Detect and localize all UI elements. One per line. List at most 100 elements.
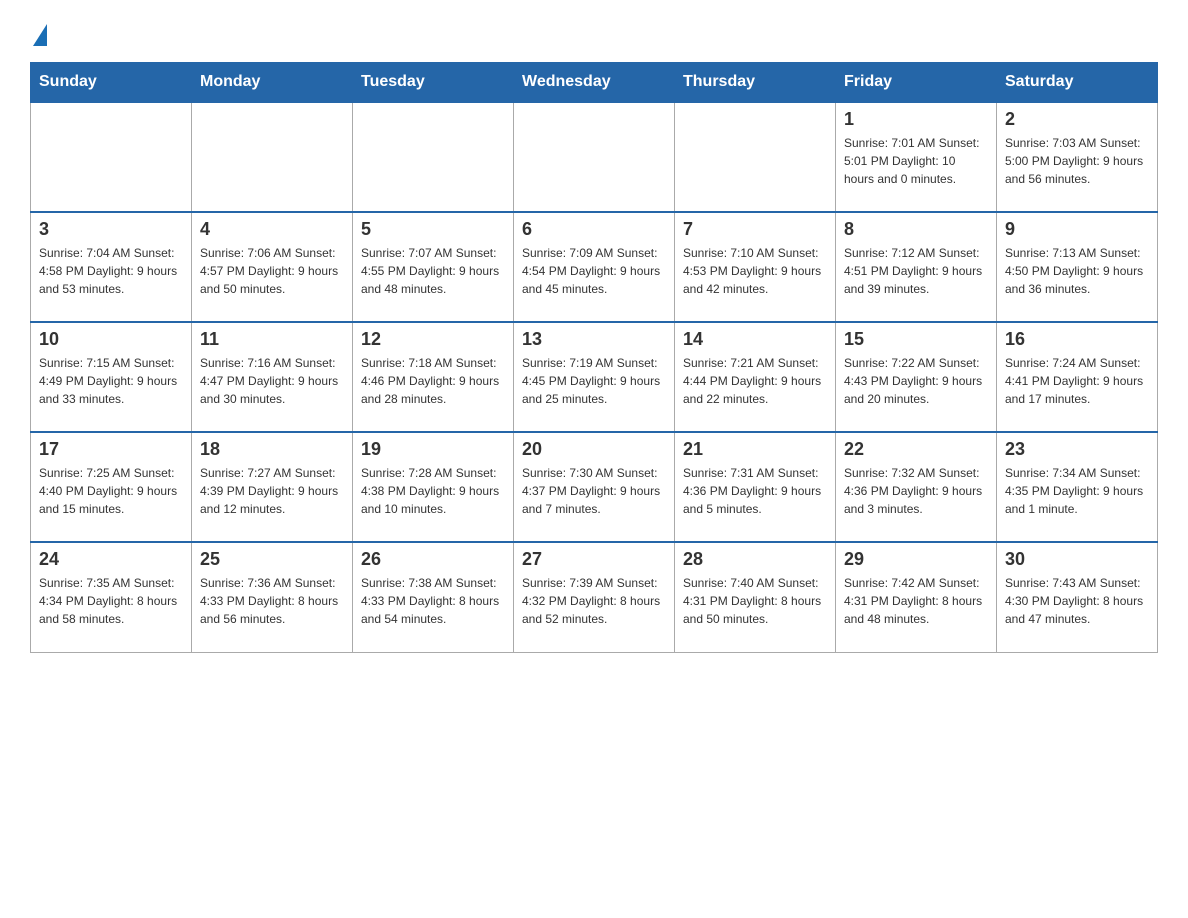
day-number: 6 [522, 219, 666, 240]
calendar-cell: 21 Sunrise: 7:31 AM Sunset: 4:36 PM Dayli… [675, 432, 836, 542]
day-number: 2 [1005, 109, 1149, 130]
calendar-cell [675, 102, 836, 212]
day-info: Sunrise: 7:22 AM Sunset: 4:43 PM Dayligh… [844, 354, 988, 408]
day-info: Sunrise: 7:09 AM Sunset: 4:54 PM Dayligh… [522, 244, 666, 298]
day-number: 25 [200, 549, 344, 570]
day-number: 22 [844, 439, 988, 460]
day-info: Sunrise: 7:25 AM Sunset: 4:40 PM Dayligh… [39, 464, 183, 518]
weekday-header-row: SundayMondayTuesdayWednesdayThursdayFrid… [31, 63, 1158, 103]
day-number: 27 [522, 549, 666, 570]
calendar-cell: 24 Sunrise: 7:35 AM Sunset: 4:34 PM Dayli… [31, 542, 192, 652]
day-number: 9 [1005, 219, 1149, 240]
day-number: 16 [1005, 329, 1149, 350]
day-number: 17 [39, 439, 183, 460]
day-number: 14 [683, 329, 827, 350]
day-info: Sunrise: 7:28 AM Sunset: 4:38 PM Dayligh… [361, 464, 505, 518]
week-row-2: 3 Sunrise: 7:04 AM Sunset: 4:58 PM Daylig… [31, 212, 1158, 322]
calendar-cell [353, 102, 514, 212]
calendar-cell: 20 Sunrise: 7:30 AM Sunset: 4:37 PM Dayli… [514, 432, 675, 542]
day-info: Sunrise: 7:07 AM Sunset: 4:55 PM Dayligh… [361, 244, 505, 298]
day-info: Sunrise: 7:12 AM Sunset: 4:51 PM Dayligh… [844, 244, 988, 298]
day-number: 10 [39, 329, 183, 350]
calendar-cell: 12 Sunrise: 7:18 AM Sunset: 4:46 PM Dayli… [353, 322, 514, 432]
day-info: Sunrise: 7:42 AM Sunset: 4:31 PM Dayligh… [844, 574, 988, 628]
calendar-cell: 22Sunrise: 7:32 AM Sunset: 4:36 PM Dayli… [836, 432, 997, 542]
week-row-3: 10 Sunrise: 7:15 AM Sunset: 4:49 PM Dayli… [31, 322, 1158, 432]
calendar-cell: 29 Sunrise: 7:42 AM Sunset: 4:31 PM Dayli… [836, 542, 997, 652]
calendar-cell: 14 Sunrise: 7:21 AM Sunset: 4:44 PM Dayli… [675, 322, 836, 432]
weekday-header-tuesday: Tuesday [353, 63, 514, 103]
calendar-cell: 10 Sunrise: 7:15 AM Sunset: 4:49 PM Dayli… [31, 322, 192, 432]
day-info: Sunrise: 7:10 AM Sunset: 4:53 PM Dayligh… [683, 244, 827, 298]
day-number: 3 [39, 219, 183, 240]
day-info: Sunrise: 7:30 AM Sunset: 4:37 PM Dayligh… [522, 464, 666, 518]
day-number: 18 [200, 439, 344, 460]
weekday-header-sunday: Sunday [31, 63, 192, 103]
day-number: 29 [844, 549, 988, 570]
calendar-cell: 26Sunrise: 7:38 AM Sunset: 4:33 PM Dayli… [353, 542, 514, 652]
day-number: 5 [361, 219, 505, 240]
weekday-header-thursday: Thursday [675, 63, 836, 103]
day-info: Sunrise: 7:34 AM Sunset: 4:35 PM Dayligh… [1005, 464, 1149, 518]
calendar-cell: 19Sunrise: 7:28 AM Sunset: 4:38 PM Dayli… [353, 432, 514, 542]
day-number: 7 [683, 219, 827, 240]
logo [30, 20, 47, 42]
day-number: 21 [683, 439, 827, 460]
calendar-cell: 3 Sunrise: 7:04 AM Sunset: 4:58 PM Daylig… [31, 212, 192, 322]
day-info: Sunrise: 7:27 AM Sunset: 4:39 PM Dayligh… [200, 464, 344, 518]
day-number: 15 [844, 329, 988, 350]
day-number: 30 [1005, 549, 1149, 570]
calendar-cell: 15 Sunrise: 7:22 AM Sunset: 4:43 PM Dayli… [836, 322, 997, 432]
calendar-cell: 8 Sunrise: 7:12 AM Sunset: 4:51 PM Daylig… [836, 212, 997, 322]
day-info: Sunrise: 7:31 AM Sunset: 4:36 PM Dayligh… [683, 464, 827, 518]
day-info: Sunrise: 7:15 AM Sunset: 4:49 PM Dayligh… [39, 354, 183, 408]
calendar-cell: 28 Sunrise: 7:40 AM Sunset: 4:31 PM Dayli… [675, 542, 836, 652]
day-info: Sunrise: 7:40 AM Sunset: 4:31 PM Dayligh… [683, 574, 827, 628]
weekday-header-saturday: Saturday [997, 63, 1158, 103]
day-number: 23 [1005, 439, 1149, 460]
calendar-cell [31, 102, 192, 212]
day-number: 8 [844, 219, 988, 240]
week-row-1: 1 Sunrise: 7:01 AM Sunset: 5:01 PM Daylig… [31, 102, 1158, 212]
day-number: 1 [844, 109, 988, 130]
day-info: Sunrise: 7:04 AM Sunset: 4:58 PM Dayligh… [39, 244, 183, 298]
day-info: Sunrise: 7:06 AM Sunset: 4:57 PM Dayligh… [200, 244, 344, 298]
logo-triangle-icon [33, 24, 47, 46]
calendar-table: SundayMondayTuesdayWednesdayThursdayFrid… [30, 62, 1158, 653]
calendar-cell: 30Sunrise: 7:43 AM Sunset: 4:30 PM Dayli… [997, 542, 1158, 652]
calendar-cell: 2 Sunrise: 7:03 AM Sunset: 5:00 PM Daylig… [997, 102, 1158, 212]
day-number: 20 [522, 439, 666, 460]
day-number: 28 [683, 549, 827, 570]
calendar-cell: 6 Sunrise: 7:09 AM Sunset: 4:54 PM Daylig… [514, 212, 675, 322]
weekday-header-friday: Friday [836, 63, 997, 103]
calendar-cell: 1 Sunrise: 7:01 AM Sunset: 5:01 PM Daylig… [836, 102, 997, 212]
day-number: 24 [39, 549, 183, 570]
calendar-cell: 27 Sunrise: 7:39 AM Sunset: 4:32 PM Dayli… [514, 542, 675, 652]
day-info: Sunrise: 7:35 AM Sunset: 4:34 PM Dayligh… [39, 574, 183, 628]
day-number: 13 [522, 329, 666, 350]
day-info: Sunrise: 7:16 AM Sunset: 4:47 PM Dayligh… [200, 354, 344, 408]
calendar-cell: 16Sunrise: 7:24 AM Sunset: 4:41 PM Dayli… [997, 322, 1158, 432]
calendar-cell: 18 Sunrise: 7:27 AM Sunset: 4:39 PM Dayli… [192, 432, 353, 542]
calendar-cell: 13 Sunrise: 7:19 AM Sunset: 4:45 PM Dayli… [514, 322, 675, 432]
day-info: Sunrise: 7:18 AM Sunset: 4:46 PM Dayligh… [361, 354, 505, 408]
day-info: Sunrise: 7:01 AM Sunset: 5:01 PM Dayligh… [844, 134, 988, 188]
calendar-cell [514, 102, 675, 212]
day-info: Sunrise: 7:03 AM Sunset: 5:00 PM Dayligh… [1005, 134, 1149, 188]
day-info: Sunrise: 7:13 AM Sunset: 4:50 PM Dayligh… [1005, 244, 1149, 298]
day-number: 26 [361, 549, 505, 570]
day-info: Sunrise: 7:39 AM Sunset: 4:32 PM Dayligh… [522, 574, 666, 628]
page-header [30, 20, 1158, 42]
calendar-cell: 4Sunrise: 7:06 AM Sunset: 4:57 PM Daylig… [192, 212, 353, 322]
day-number: 12 [361, 329, 505, 350]
day-info: Sunrise: 7:21 AM Sunset: 4:44 PM Dayligh… [683, 354, 827, 408]
day-info: Sunrise: 7:19 AM Sunset: 4:45 PM Dayligh… [522, 354, 666, 408]
calendar-cell: 7 Sunrise: 7:10 AM Sunset: 4:53 PM Daylig… [675, 212, 836, 322]
calendar-cell: 23 Sunrise: 7:34 AM Sunset: 4:35 PM Dayli… [997, 432, 1158, 542]
day-number: 11 [200, 329, 344, 350]
calendar-cell: 25Sunrise: 7:36 AM Sunset: 4:33 PM Dayli… [192, 542, 353, 652]
weekday-header-monday: Monday [192, 63, 353, 103]
calendar-cell: 17 Sunrise: 7:25 AM Sunset: 4:40 PM Dayli… [31, 432, 192, 542]
week-row-4: 17 Sunrise: 7:25 AM Sunset: 4:40 PM Dayli… [31, 432, 1158, 542]
calendar-cell: 5 Sunrise: 7:07 AM Sunset: 4:55 PM Daylig… [353, 212, 514, 322]
